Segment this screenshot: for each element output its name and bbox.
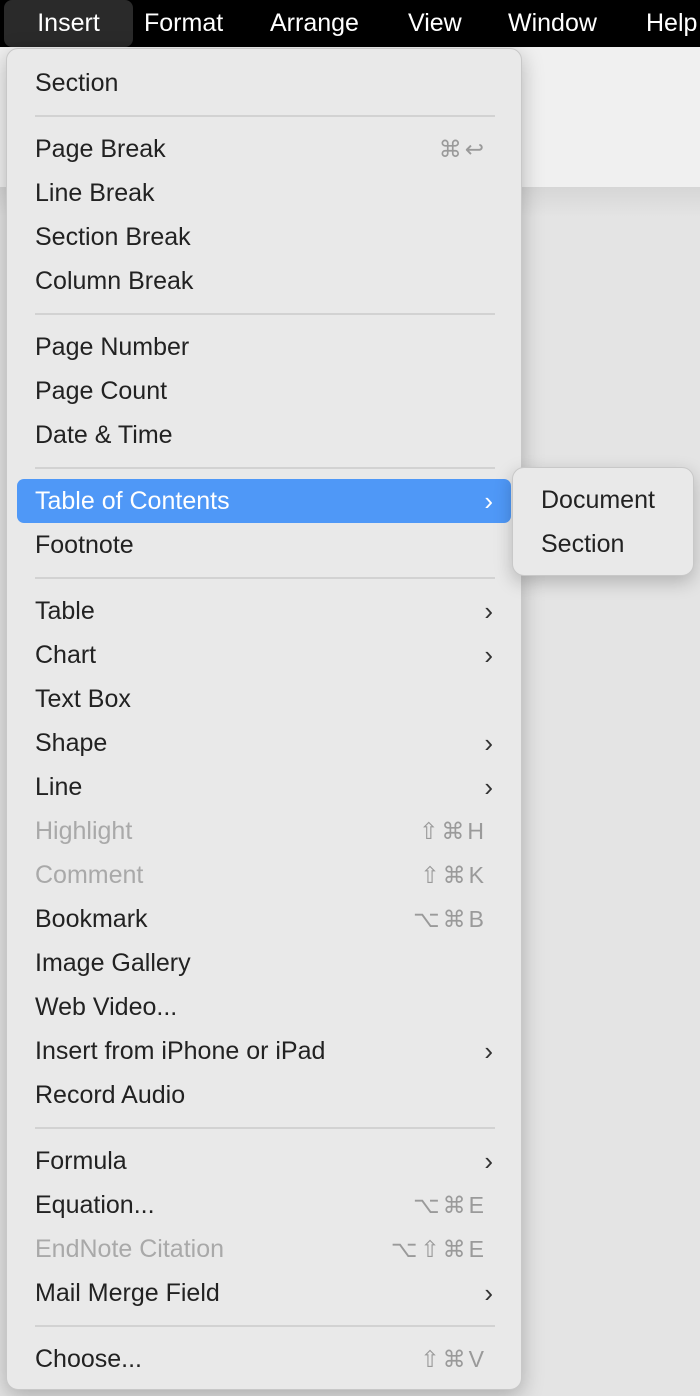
menu-item-text-box[interactable]: Text Box: [17, 677, 511, 721]
menu-item-label: Equation...: [35, 1191, 155, 1219]
menu-item-table-of-contents[interactable]: Table of Contents ›: [17, 479, 511, 523]
menu-item-label: Image Gallery: [35, 949, 191, 977]
menu-item-label: Comment: [35, 861, 144, 889]
menu-item-column-break[interactable]: Column Break: [17, 259, 511, 303]
menu-item-image-gallery[interactable]: Image Gallery: [17, 941, 511, 985]
menu-item-section-break[interactable]: Section Break: [17, 215, 511, 259]
insert-menu: Section Page Break ⌘↩ Line Break Section Bre…: [6, 48, 522, 1390]
menu-item-line[interactable]: Line ›: [17, 765, 511, 809]
menu-item-record-audio[interactable]: Record Audio: [17, 1073, 511, 1117]
chevron-right-icon: ›: [484, 728, 493, 758]
menu-item-label: Mail Merge Field: [35, 1279, 220, 1307]
menubar-insert[interactable]: Insert: [4, 0, 133, 47]
menu-bar: Insert Format Arrange View Window Help: [0, 0, 700, 47]
menu-item-date-time[interactable]: Date & Time: [17, 413, 511, 457]
chevron-right-icon: ›: [484, 640, 493, 670]
menu-item-choose[interactable]: Choose... ⇧⌘V: [17, 1337, 511, 1381]
menu-item-shape[interactable]: Shape ›: [17, 721, 511, 765]
menu-item-page-count[interactable]: Page Count: [17, 369, 511, 413]
menu-item-chart[interactable]: Chart ›: [17, 633, 511, 677]
menubar-view[interactable]: View: [408, 0, 462, 47]
chevron-right-icon: ›: [484, 1278, 493, 1308]
submenu-item-section[interactable]: Section: [519, 522, 687, 566]
keyboard-shortcut: ⌥⌘E: [413, 1192, 487, 1218]
menu-item-label: Highlight: [35, 817, 133, 845]
menu-item-line-break[interactable]: Line Break: [17, 171, 511, 215]
menu-item-equation[interactable]: Equation... ⌥⌘E: [17, 1183, 511, 1227]
menu-item-page-number[interactable]: Page Number: [17, 325, 511, 369]
menu-item-label: Section Break: [35, 223, 191, 251]
menu-item-label: Insert from iPhone or iPad: [35, 1037, 326, 1065]
chevron-right-icon: ›: [484, 596, 493, 626]
menu-separator: [35, 1325, 495, 1327]
menu-item-label: Web Video...: [35, 993, 178, 1021]
menubar-format[interactable]: Format: [144, 0, 223, 47]
keyboard-shortcut: ⌥⌘B: [413, 906, 487, 932]
menu-item-mail-merge-field[interactable]: Mail Merge Field ›: [17, 1271, 511, 1315]
menu-separator: [35, 115, 495, 117]
menubar-window[interactable]: Window: [508, 0, 597, 47]
menu-item-label: Shape: [35, 729, 108, 757]
menu-item-label: Bookmark: [35, 905, 148, 933]
menu-item-endnote-citation: EndNote Citation ⌥⇧⌘E: [17, 1227, 511, 1271]
menu-item-web-video[interactable]: Web Video...: [17, 985, 511, 1029]
menu-item-highlight: Highlight ⇧⌘H: [17, 809, 511, 853]
menu-item-section[interactable]: Section: [17, 61, 511, 105]
submenu-item-label: Section: [541, 530, 625, 558]
menu-item-comment: Comment ⇧⌘K: [17, 853, 511, 897]
menu-item-label: Table: [35, 597, 95, 625]
menu-item-label: Date & Time: [35, 421, 173, 449]
menu-item-label: Page Break: [35, 135, 166, 163]
menu-item-footnote[interactable]: Footnote: [17, 523, 511, 567]
keyboard-shortcut: ⇧⌘H: [419, 818, 487, 844]
submenu-item-label: Document: [541, 486, 655, 514]
menu-item-label: Line: [35, 773, 83, 801]
menu-item-table[interactable]: Table ›: [17, 589, 511, 633]
menu-item-label: Footnote: [35, 531, 134, 559]
menu-item-label: Table of Contents: [35, 487, 230, 515]
menubar-arrange[interactable]: Arrange: [270, 0, 359, 47]
chevron-right-icon: ›: [484, 486, 493, 516]
chevron-right-icon: ›: [484, 1146, 493, 1176]
menu-item-label: Section: [35, 69, 119, 97]
menu-item-label: Record Audio: [35, 1081, 186, 1109]
menu-item-label: EndNote Citation: [35, 1235, 225, 1263]
keyboard-shortcut: ⇧⌘V: [420, 1346, 487, 1372]
menu-separator: [35, 1127, 495, 1129]
chevron-right-icon: ›: [484, 772, 493, 802]
menu-item-formula[interactable]: Formula ›: [17, 1139, 511, 1183]
chevron-right-icon: ›: [484, 1036, 493, 1066]
menu-item-page-break[interactable]: Page Break ⌘↩: [17, 127, 511, 171]
menu-separator: [35, 467, 495, 469]
menu-item-label: Column Break: [35, 267, 194, 295]
submenu-item-document[interactable]: Document: [519, 478, 687, 522]
menu-item-label: Page Count: [35, 377, 168, 405]
menu-separator: [35, 313, 495, 315]
menu-item-label: Formula: [35, 1147, 127, 1175]
menu-item-insert-from-iphone-or-ipad[interactable]: Insert from iPhone or iPad ›: [17, 1029, 511, 1073]
menu-item-label: Text Box: [35, 685, 131, 713]
menu-item-bookmark[interactable]: Bookmark ⌥⌘B: [17, 897, 511, 941]
menubar-help[interactable]: Help: [646, 0, 697, 47]
menu-item-label: Chart: [35, 641, 97, 669]
menu-item-label: Line Break: [35, 179, 155, 207]
keyboard-shortcut: ⌘↩: [438, 136, 487, 162]
menu-item-label: Choose...: [35, 1345, 143, 1373]
table-of-contents-submenu: Document Section: [512, 467, 694, 576]
keyboard-shortcut: ⌥⇧⌘E: [390, 1236, 487, 1262]
keyboard-shortcut: ⇧⌘K: [420, 862, 487, 888]
menu-item-label: Page Number: [35, 333, 190, 361]
menu-separator: [35, 577, 495, 579]
